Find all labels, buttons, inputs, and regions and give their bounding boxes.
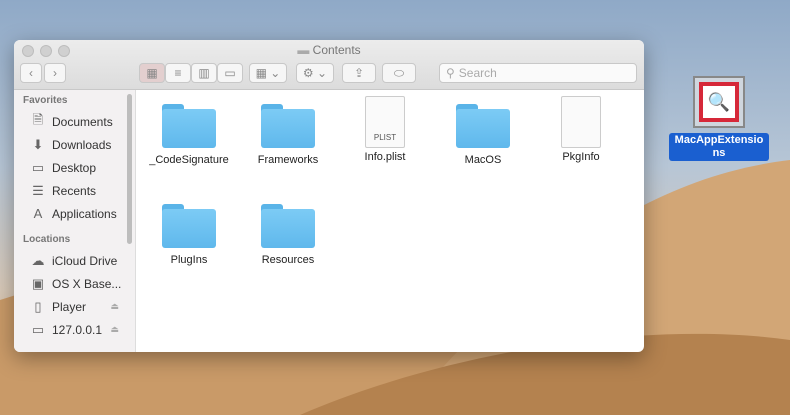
sidebar-item-label: Downloads [52,137,112,152]
sidebar-item-label: 127.0.0.1 [52,322,103,337]
file-badge: PLIST [373,133,397,142]
file-item-macos[interactable]: MacOS [434,104,532,166]
downloads-icon: ⬇ [32,136,44,152]
sidebar-item-label: Documents [52,114,113,129]
group-button[interactable]: ▦ ⌄ [249,63,287,83]
sidebar-item-label: iCloud Drive [52,253,118,268]
file-item-plugins[interactable]: PlugIns [140,204,238,266]
title-text: Contents [312,43,361,57]
sidebar-item-label: Player [52,299,87,314]
file-label: PlugIns [170,254,208,266]
folder-icon [456,104,510,148]
file-item-resources[interactable]: Resources [239,204,337,266]
file-icon [561,96,601,148]
file-grid: _CodeSignature Frameworks PLIST Info.plis… [136,90,644,352]
file-label: PkgInfo [562,151,600,163]
sidebar-item-label: OS X Base... [52,276,122,291]
cloud-icon: ☁ [31,252,45,268]
sidebar-item-label: Recents [52,183,97,198]
sidebar-item-icloud-drive[interactable]: ☁ iCloud Drive [14,249,135,272]
file-label: Resources [261,254,315,266]
sidebar-item-label: Applications [52,206,117,221]
search-icon: ⚲ [446,66,455,80]
folder-icon [162,104,216,148]
toolbar: ▬ Contents ‹ › ▦ ≡ ▥ ▭ ▦ ⌄ ⚙ ⌄ ⇪ ⬭ ⚲ Sear… [14,40,644,90]
tags-button[interactable]: ⬭ [382,63,416,83]
finder-window: ▬ Contents ‹ › ▦ ≡ ▥ ▭ ▦ ⌄ ⚙ ⌄ ⇪ ⬭ ⚲ Sear… [14,40,644,352]
sidebar-item-applications[interactable]: A Applications [14,202,135,225]
eject-icon[interactable]: ⏏ [110,301,119,312]
desktop-icon: ▭ [31,159,45,175]
window-title: ▬ Contents [14,43,644,57]
action-gear-button[interactable]: ⚙ ⌄ [296,63,334,83]
folder-icon [261,204,315,248]
back-button[interactable]: ‹ [20,63,42,83]
sidebar-item-os-x-base[interactable]: ▣ OS X Base... [14,272,135,295]
documents-icon: 🗎 [32,111,44,127]
folder-icon [261,104,315,148]
list-view-button[interactable]: ≡ [165,63,191,83]
search-placeholder: Search [458,66,497,80]
file-label: MacOS [464,154,502,166]
sidebar-item-recents[interactable]: ☰ Recents [14,179,135,202]
desktop-item-macappextensions[interactable]: 🔍 MacAppExtensions [669,76,769,161]
search-input[interactable]: ⚲ Search [439,63,637,83]
forward-button[interactable]: › [44,63,66,83]
disk-icon: ▣ [31,275,45,291]
share-button[interactable]: ⇪ [342,63,376,83]
drive-icon: ▯ [34,298,42,314]
folder-icon [162,204,216,248]
sidebar-item-documents[interactable]: 🗎 Documents [14,110,135,133]
plist-file-icon: PLIST [365,96,405,148]
network-computer-icon: ▭ [31,321,45,337]
sidebar-item-downloads[interactable]: ⬇ Downloads [14,133,135,156]
recents-icon: ☰ [32,182,44,198]
column-view-button[interactable]: ▥ [191,63,217,83]
file-label: _CodeSignature [149,154,229,166]
gallery-view-button[interactable]: ▭ [217,63,243,83]
file-item-frameworks[interactable]: Frameworks [239,104,337,166]
file-item-info-plist[interactable]: PLIST Info.plist [336,96,434,163]
file-item-pkginfo[interactable]: PkgInfo [532,96,630,163]
sidebar-item-label: Desktop [52,160,97,175]
sidebar-item-desktop[interactable]: ▭ Desktop [14,156,135,179]
applications-icon: A [33,206,43,221]
desktop-item-label: MacAppExtensions [669,133,769,161]
file-item-codesignature[interactable]: _CodeSignature [140,104,238,166]
file-label: Info.plist [364,151,406,163]
locations-header: Locations [23,234,71,245]
folder-icon: ▬ [297,43,313,57]
sidebar: Favorites 🗎 Documents ⬇ Downloads ▭ Desktop… [14,90,136,352]
sidebar-item-127-0-0-1[interactable]: ▭ 127.0.0.1 ⏏ [14,318,135,341]
app-icon: 🔍 [693,76,745,128]
eject-icon[interactable]: ⏏ [110,324,119,335]
icon-view-button[interactable]: ▦ [139,63,165,83]
sidebar-item-player[interactable]: ▯ Player ⏏ [14,295,135,318]
favorites-header: Favorites [23,95,68,106]
file-label: Frameworks [257,154,319,166]
